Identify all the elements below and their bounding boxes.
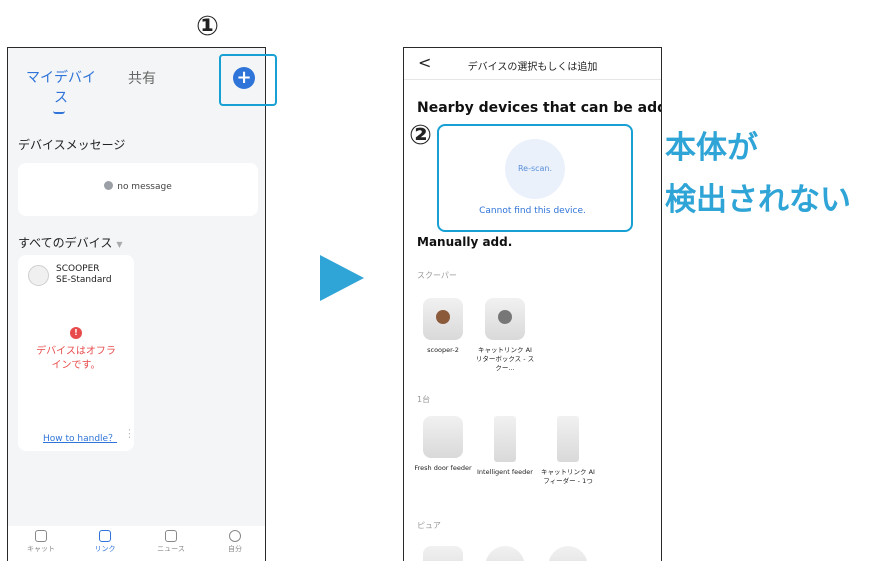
product-image (557, 416, 579, 462)
step1-marker: ① (196, 11, 219, 42)
nav-me[interactable]: 自分 (210, 530, 260, 554)
bottom-navigation: キャット リンク ニュース 自分 (8, 526, 265, 561)
product-name: キャットリンク AI フィーダー - 1つ (541, 468, 595, 485)
product-name: scooper-2 (427, 346, 459, 354)
screen-title: デバイスの選択もしくは追加 (467, 62, 598, 73)
product-image (485, 298, 525, 340)
product-item[interactable] (474, 546, 536, 561)
link-icon (99, 530, 111, 542)
nav-cat[interactable]: キャット (16, 530, 66, 554)
cat-icon (35, 530, 47, 542)
tab-my-devices[interactable]: マイデバイス (26, 68, 96, 108)
device-avatar (28, 265, 49, 286)
tab-shared[interactable]: 共有 (128, 68, 156, 88)
right-arrow-icon (320, 255, 364, 301)
manual-add-title: Manually add. (417, 235, 513, 249)
offline-status-text: デバイスはオフラインです。 (36, 346, 116, 371)
nearby-devices-title: Nearby devices that can be added. (417, 100, 661, 116)
all-devices-header[interactable]: すべてのデバイス ▼ (18, 234, 122, 251)
note-line2: 検出されない (665, 182, 851, 218)
screenshot-canvas: ① マイデバイス 共有 + デバイスメッセージ no message すべてのデ… (0, 0, 885, 561)
highlight-box-nearby-scan (437, 124, 633, 232)
category-label: ピュア (417, 521, 441, 530)
device-card[interactable]: SCOOPER SE-Standard ! デバイスはオフラインです。 How … (18, 255, 135, 451)
category-label: スクーパー (417, 271, 457, 280)
more-options-icon[interactable]: ⋮ (124, 427, 135, 440)
info-icon (104, 181, 114, 190)
product-image (423, 546, 463, 561)
note-line1: 本体が (665, 130, 758, 166)
product-item[interactable]: scooper-2 (412, 298, 474, 355)
device-messages-title: デバイスメッセージ (18, 138, 126, 152)
dropdown-triangle-icon: ▼ (116, 240, 123, 249)
product-image (423, 416, 463, 458)
how-to-handle-link[interactable]: How to handle？ (43, 431, 117, 444)
active-tab-indicator (53, 111, 65, 114)
alert-icon: ! (70, 327, 82, 339)
product-name: Intelligent feeder (477, 468, 533, 476)
product-item[interactable] (412, 546, 474, 561)
product-item[interactable]: キャットリンク AI フィーダー - 1つ (537, 416, 599, 486)
no-message-text: no message (117, 182, 172, 192)
product-name: キャットリンク AI リターボックス - スクー... (475, 346, 535, 372)
product-image (548, 546, 588, 561)
category-label: 1台 (417, 395, 431, 404)
product-image (485, 546, 525, 561)
step2-marker: ② (409, 120, 432, 151)
product-item[interactable]: Intelligent feeder (474, 416, 536, 477)
product-image (423, 298, 463, 340)
nav-news[interactable]: ニュース (146, 530, 196, 554)
product-item[interactable]: Fresh door feeder (412, 416, 474, 473)
device-name: SCOOPER SE-Standard (56, 264, 112, 285)
my-devices-screen: マイデバイス 共有 + デバイスメッセージ no message すべてのデバイ… (7, 47, 266, 561)
product-item[interactable]: キャットリンク AI リターボックス - スクー... (474, 298, 536, 373)
nav-link[interactable]: リンク (80, 530, 130, 554)
product-name: Fresh door feeder (414, 464, 472, 472)
product-item[interactable] (537, 546, 599, 561)
highlight-box-add-button (219, 54, 277, 106)
message-card: no message (18, 163, 258, 216)
screen-header: < デバイスの選択もしくは追加 (404, 48, 661, 80)
product-image (494, 416, 516, 462)
news-icon (165, 530, 177, 542)
all-devices-title: すべてのデバイス (18, 236, 113, 250)
person-icon (229, 530, 241, 542)
